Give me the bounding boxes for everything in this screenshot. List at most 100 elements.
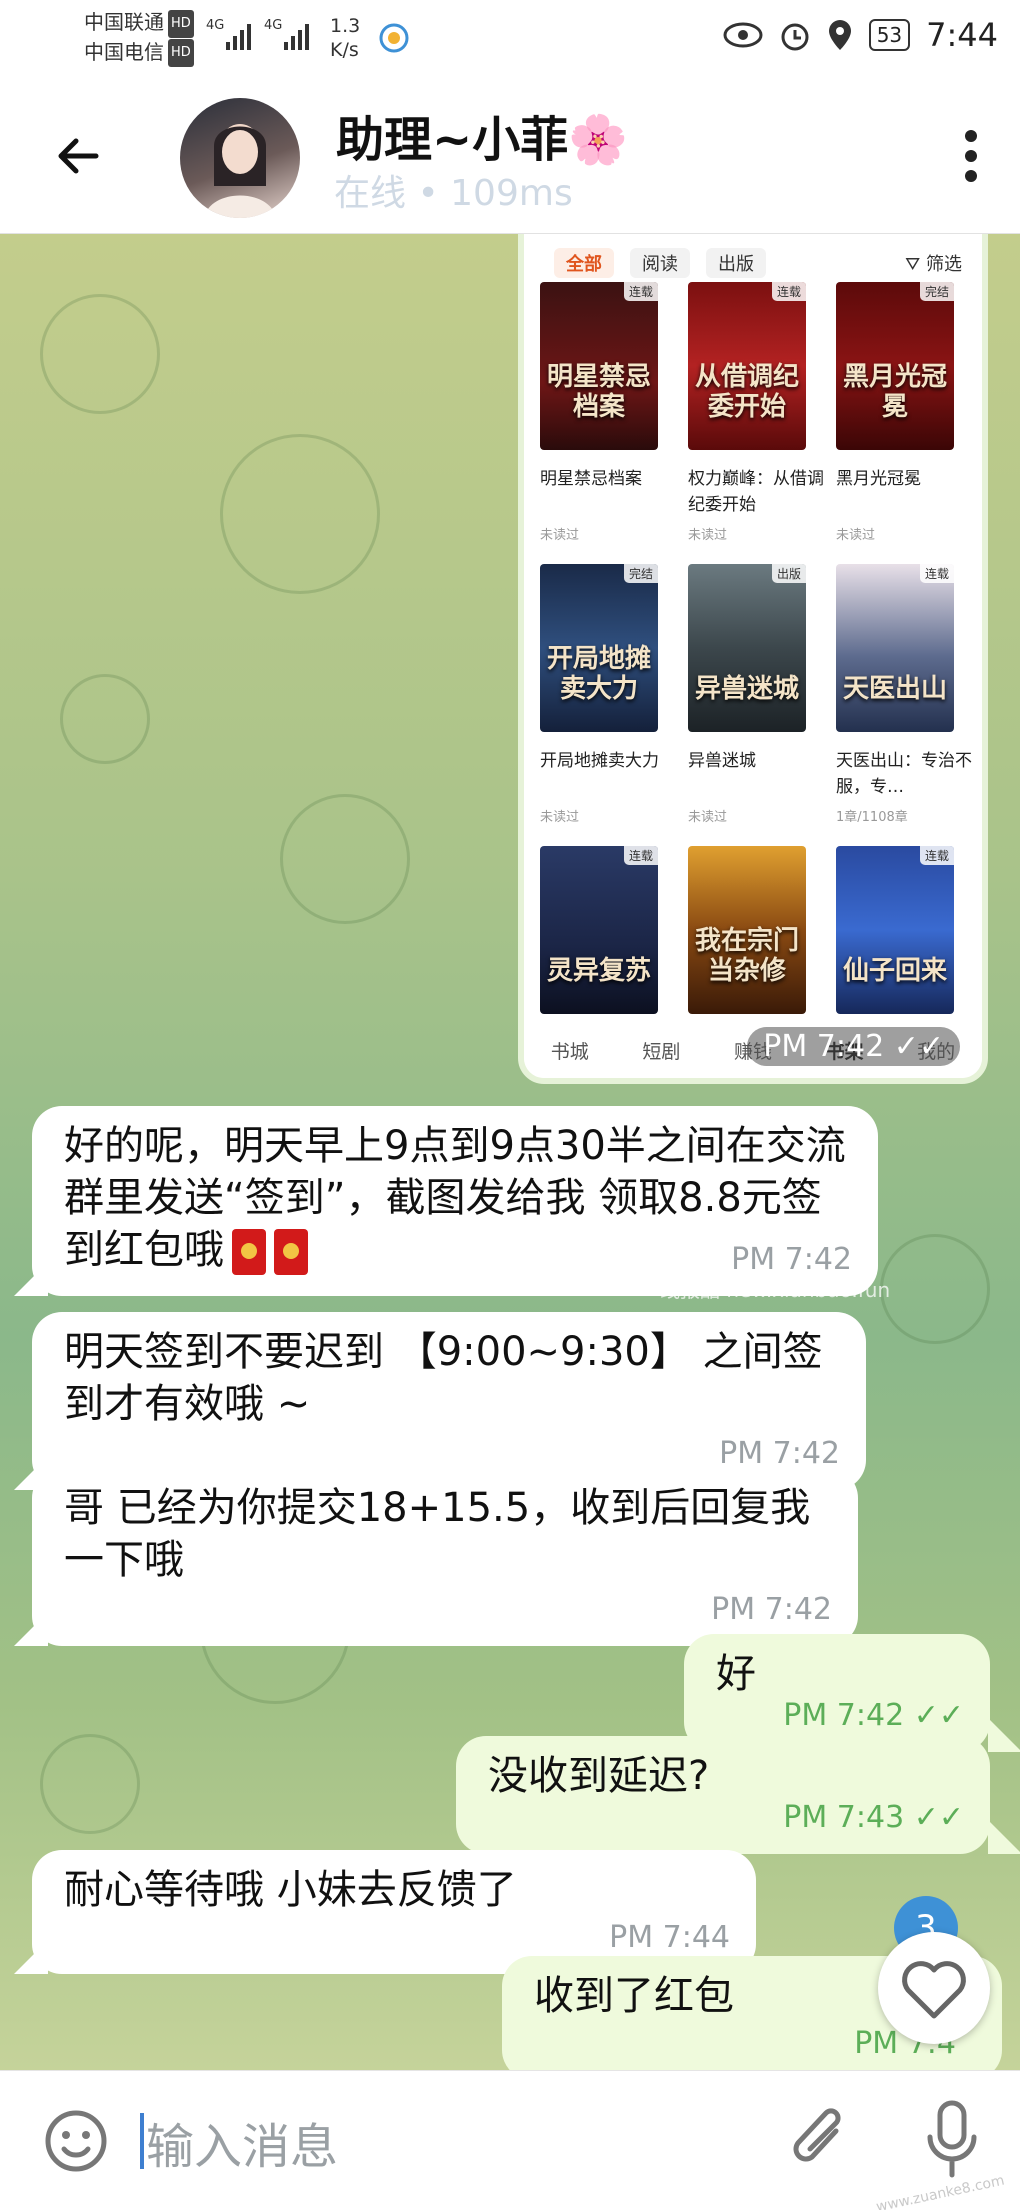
book-card: 完结 黑月光冠冕 黑月光冠冕 未读过 <box>836 282 976 543</box>
more-vertical-icon[interactable] <box>964 130 978 182</box>
background-doodle <box>280 794 410 924</box>
microphone-icon[interactable] <box>924 2097 980 2183</box>
filter-label: ⛛ 筛选 <box>905 254 962 275</box>
book-status: 未读过 <box>540 810 580 825</box>
message-input[interactable]: 输入消息 <box>146 2107 338 2177</box>
location-icon <box>828 20 851 50</box>
background-doodle <box>40 1734 140 1834</box>
double-check-icon: ✓✓ <box>893 1029 944 1064</box>
book-title: 天医出山：专治不服，专… <box>836 751 972 797</box>
message-text: 哥 已经为你提交18+15.5，收到后回复我一下哦 <box>64 1485 811 1583</box>
heart-icon <box>902 1961 966 2019</box>
book-title: 异兽迷城 <box>688 751 756 771</box>
hd-badge: HD <box>168 39 194 67</box>
chat-header: 助理~小菲🌸 在线 • 109ms <box>0 78 1020 234</box>
book-status: 未读过 <box>688 528 728 543</box>
background-doodle <box>880 1234 990 1344</box>
online-status: 在线 • 109ms <box>334 173 573 214</box>
network-type-2: 4G <box>264 18 283 33</box>
status-right: 53 7:44 <box>723 16 998 54</box>
chat-title: 助理~小菲🌸 <box>336 112 628 168</box>
book-status: 未读过 <box>688 810 728 825</box>
book-status: 未读过 <box>540 528 580 543</box>
book-card: 我在宗门当杂修 <box>688 846 828 1014</box>
message-text: 耐心等待哦 小妹去反馈了 <box>64 1867 517 1913</box>
bubble-tail <box>988 1718 1020 1752</box>
book-cover: 完结 开局地摊卖大力 <box>540 564 658 732</box>
background-doodle <box>60 674 150 764</box>
book-status: 1章/1108章 <box>836 810 908 825</box>
message-text: 明天签到不要迟到 【9:00~9:30】 之间签到才有效哦 ~ <box>64 1329 823 1427</box>
message-input-bar: 输入消息 www.zuanke8.com <box>0 2070 1020 2210</box>
filter-icon: ⛛ <box>905 254 921 275</box>
paperclip-icon[interactable] <box>784 2101 854 2181</box>
background-doodle <box>220 434 380 594</box>
signal-icon <box>284 20 309 50</box>
book-card: 连载 明星禁忌档案 明星禁忌档案 未读过 <box>540 282 680 543</box>
text-cursor <box>140 2113 144 2169</box>
arrow-left-icon[interactable] <box>52 130 104 182</box>
avatar-photo <box>204 124 276 218</box>
smile-icon[interactable] <box>42 2107 110 2175</box>
chat-area[interactable]: 全部 阅读 出版 ⛛ 筛选 连载 明星禁忌档案 明星禁忌档案 未读过 连载 从借调纪… <box>0 234 1020 2070</box>
message-time: PM 7:43 ✓✓ <box>783 1800 964 1835</box>
book-cover: 连载 灵异复苏 <box>540 846 658 1014</box>
message-text: 好 <box>716 1651 756 1697</box>
net-speed: 1.3 K/s <box>330 15 361 61</box>
message-time: PM 7:42 <box>711 1592 832 1627</box>
book-card: 出版 异兽迷城 异兽迷城 未读过 <box>688 564 828 825</box>
book-cover: 我在宗门当杂修 <box>688 846 806 1014</box>
background-doodle <box>40 294 160 414</box>
book-cover: 连载 明星禁忌档案 <box>540 282 658 450</box>
book-status: 未读过 <box>836 528 876 543</box>
red-envelope-icon <box>232 1229 266 1275</box>
book-card: 连载 仙子回来 <box>836 846 976 1014</box>
message-text: 收到了红包 <box>534 1973 734 2019</box>
message-time: PM 7:42 ✓✓ <box>783 1698 964 1733</box>
book-cover: 连载 仙子回来 <box>836 846 954 1014</box>
book-cover: 完结 黑月光冠冕 <box>836 282 954 450</box>
book-card: 连载 灵异复苏 <box>540 846 680 1014</box>
image-message[interactable]: 全部 阅读 出版 ⛛ 筛选 连载 明星禁忌档案 明星禁忌档案 未读过 连载 从借调纪… <box>518 234 988 1084</box>
avatar[interactable] <box>180 98 300 218</box>
hd-badge: HD <box>168 9 194 38</box>
double-check-icon: ✓✓ <box>913 1698 964 1733</box>
message-text: 没收到延迟? <box>488 1753 710 1799</box>
carrier-info: 中国联通 HD 中国电信 HD <box>84 8 194 67</box>
book-cover: 出版 异兽迷城 <box>688 564 806 732</box>
double-check-icon: ✓✓ <box>913 1800 964 1835</box>
book-title: 开局地摊卖大力 <box>540 751 659 771</box>
eye-icon <box>723 22 763 48</box>
red-envelope-icon <box>274 1229 308 1275</box>
book-card: 完结 开局地摊卖大力 开局地摊卖大力 未读过 <box>540 564 680 825</box>
incoming-message[interactable]: 好的呢，明天早上9点到9点30半之间在交流群里发送“签到”，截图发给我 领取8.… <box>32 1106 878 1296</box>
book-title: 权力巅峰：从借调纪委开始 <box>688 469 824 515</box>
tab-read: 阅读 <box>630 248 690 278</box>
book-title: 黑月光冠冕 <box>836 469 921 489</box>
bubble-tail <box>988 1820 1020 1854</box>
book-card: 连载 从借调纪委开始 权力巅峰：从借调纪委开始 未读过 <box>688 282 828 543</box>
outgoing-message[interactable]: 好 PM 7:42 ✓✓ <box>684 1634 990 1752</box>
app-notification-icon <box>379 23 409 53</box>
incoming-message[interactable]: 明天签到不要迟到 【9:00~9:30】 之间签到才有效哦 ~ PM 7:42 <box>32 1312 866 1490</box>
message-time: PM 7:42 ✓✓ <box>747 1027 960 1066</box>
outgoing-message[interactable]: 没收到延迟? PM 7:43 ✓✓ <box>456 1736 990 1854</box>
carrier-2: 中国电信 <box>84 39 164 64</box>
watermark: 线报酷 new.xianbao.fun <box>660 1278 891 1302</box>
message-text: 好的呢，明天早上9点到9点30半之间在交流群里发送“签到”，截图发给我 领取8.… <box>64 1123 846 1273</box>
book-title: 明星禁忌档案 <box>540 469 642 489</box>
book-cover: 连载 天医出山 <box>836 564 954 732</box>
status-bar: 中国联通 HD 中国电信 HD 4G 4G 1.3 K/s 53 7:44 <box>0 0 1020 78</box>
book-cover: 连载 从借调纪委开始 <box>688 282 806 450</box>
clock: 7:44 <box>926 16 998 54</box>
reaction-button[interactable] <box>878 1932 990 2044</box>
carrier-1: 中国联通 <box>84 10 164 34</box>
network-type-1: 4G <box>206 18 225 33</box>
battery-level: 53 <box>868 19 911 51</box>
book-tabs: 全部 阅读 出版 <box>554 248 766 278</box>
tab-publish: 出版 <box>706 248 766 278</box>
book-card: 连载 天医出山 天医出山：专治不服，专… 1章/1108章 <box>836 564 976 825</box>
signal-icon <box>226 20 251 50</box>
incoming-message[interactable]: 哥 已经为你提交18+15.5，收到后回复我一下哦 PM 7:42 <box>32 1468 858 1646</box>
tab-all: 全部 <box>554 248 614 278</box>
